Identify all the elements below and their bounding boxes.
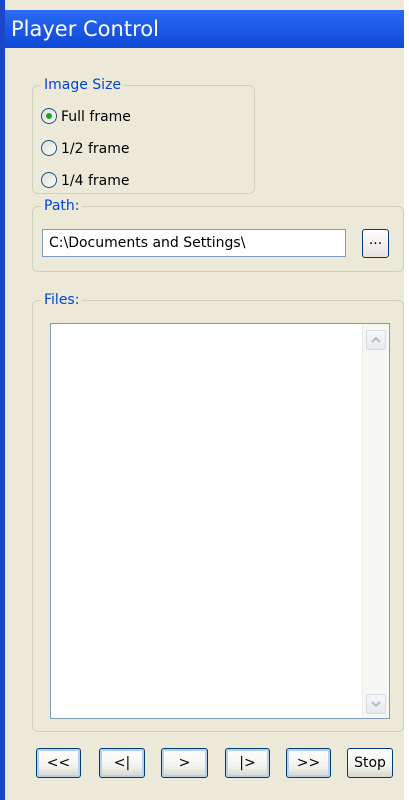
player-control-panel: Player Control Image Size Full frame 1/2…	[0, 0, 404, 800]
files-legend: Files:	[41, 291, 83, 309]
radio-quarter-frame[interactable]: 1/4 frame	[41, 169, 191, 193]
top-strip	[5, 0, 404, 10]
first-button[interactable]: <<	[36, 748, 81, 778]
files-scrollbar[interactable]	[362, 324, 389, 718]
step-back-button[interactable]: <|	[99, 748, 145, 778]
chevron-up-icon	[371, 336, 381, 343]
image-size-legend: Image Size	[41, 76, 125, 94]
radio-label: 1/4 frame	[61, 173, 130, 189]
chevron-down-icon	[371, 701, 381, 708]
files-list[interactable]	[50, 323, 390, 719]
radio-label: Full frame	[61, 109, 131, 125]
radio-button[interactable]	[41, 140, 57, 156]
play-button[interactable]: >	[161, 748, 208, 778]
path-legend: Path:	[41, 197, 83, 215]
scroll-up-button[interactable]	[366, 330, 386, 350]
stop-button[interactable]: Stop	[347, 748, 393, 778]
radio-button[interactable]	[41, 172, 57, 188]
browse-button[interactable]: ...	[362, 229, 389, 258]
last-button[interactable]: >>	[286, 748, 331, 778]
step-forward-button[interactable]: |>	[225, 748, 270, 778]
radio-full-frame[interactable]: Full frame	[41, 105, 191, 129]
radio-button-checked[interactable]	[41, 108, 57, 124]
image-size-group: Image Size Full frame 1/2 frame 1/4 fram…	[32, 76, 255, 194]
scroll-down-button[interactable]	[366, 694, 386, 714]
window-title: Player Control	[5, 10, 404, 48]
path-input[interactable]: C:\Documents and Settings\	[42, 229, 346, 257]
radio-label: 1/2 frame	[61, 141, 130, 157]
radio-half-frame[interactable]: 1/2 frame	[41, 137, 191, 161]
